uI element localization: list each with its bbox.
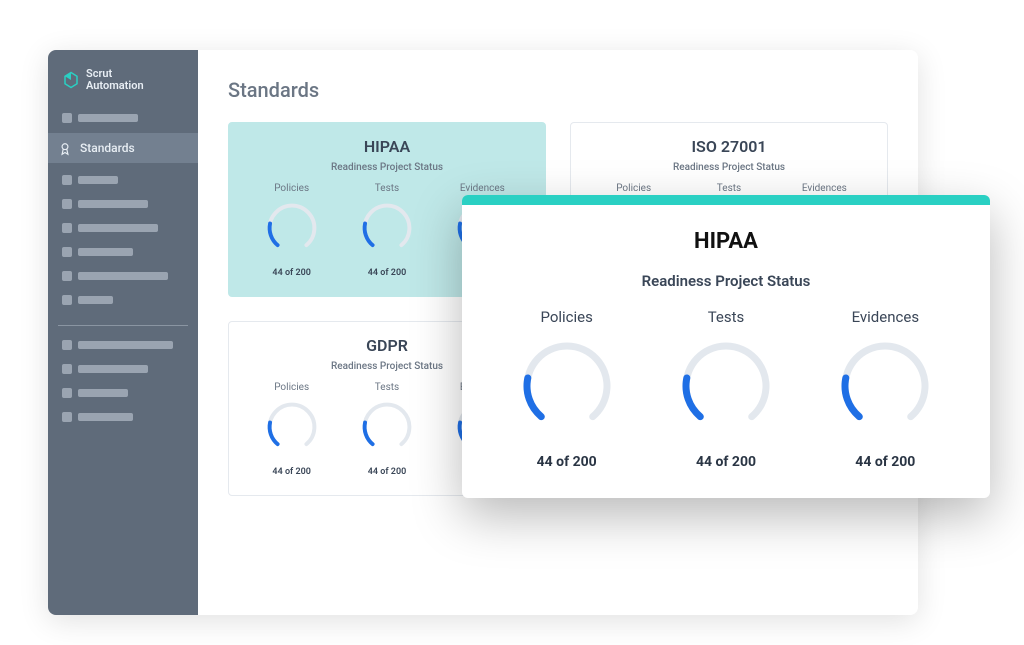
metric-tests: Tests 44 of 200 — [342, 382, 431, 477]
nav-item-placeholder[interactable] — [58, 291, 188, 309]
standard-detail-popup: HIPAA Readiness Project Status Policies … — [462, 195, 990, 498]
card-subtitle: Readiness Project Status — [247, 162, 527, 173]
nav-item-placeholder[interactable] — [58, 219, 188, 237]
popup-metrics: Policies 44 of 200 Tests 44 of 200 Evide… — [492, 308, 960, 470]
metric-label: Evidences — [438, 183, 527, 194]
nav-item-placeholder[interactable] — [58, 408, 188, 426]
gauge-icon — [264, 200, 320, 256]
page-title: Standards — [228, 78, 888, 102]
metric-value: 44 of 200 — [342, 467, 431, 477]
nav-item-placeholder[interactable] — [58, 267, 188, 285]
nav-item-standards[interactable]: Standards — [48, 133, 198, 163]
metric-label: Tests — [342, 183, 431, 194]
metric-label: Tests — [651, 308, 800, 326]
brand: Scrut Automation — [48, 68, 198, 109]
nav-divider — [58, 325, 188, 326]
gauge-icon — [517, 336, 617, 436]
card-subtitle: Readiness Project Status — [589, 162, 869, 173]
metric-label: Tests — [684, 183, 773, 194]
nav-item-placeholder[interactable] — [58, 360, 188, 378]
card-title: HIPAA — [247, 137, 527, 156]
metric-label: Evidences — [811, 308, 960, 326]
nav-list: Standards — [48, 109, 198, 315]
nav-item-placeholder[interactable] — [58, 243, 188, 261]
metric-value: 44 of 200 — [492, 454, 641, 470]
metric-policies: Policies 44 of 200 — [247, 183, 336, 278]
metric-value: 44 of 200 — [247, 467, 336, 477]
gauge-icon — [264, 399, 320, 455]
popup-body: HIPAA Readiness Project Status Policies … — [462, 205, 990, 498]
metric-label: Policies — [492, 308, 641, 326]
metric-tests: Tests 44 of 200 — [651, 308, 800, 470]
metric-value: 44 of 200 — [342, 268, 431, 278]
nav-item-placeholder[interactable] — [58, 384, 188, 402]
metric-value: 44 of 200 — [247, 268, 336, 278]
gauge-icon — [676, 336, 776, 436]
popup-subtitle: Readiness Project Status — [492, 272, 960, 290]
nav-item-label: Standards — [80, 141, 135, 155]
metric-tests: Tests 44 of 200 — [342, 183, 431, 278]
nav-item-placeholder[interactable] — [58, 195, 188, 213]
popup-accent-bar — [462, 195, 990, 205]
metric-label: Policies — [589, 183, 678, 194]
metric-label: Evidences — [780, 183, 869, 194]
metric-policies: Policies 44 of 200 — [247, 382, 336, 477]
nav-list-secondary — [48, 336, 198, 432]
ribbon-icon — [58, 141, 72, 155]
brand-name: Scrut Automation — [86, 68, 144, 91]
gauge-icon — [835, 336, 935, 436]
nav-item-placeholder[interactable] — [58, 171, 188, 189]
sidebar: Scrut Automation Standards — [48, 50, 198, 615]
gauge-icon — [359, 200, 415, 256]
nav-item-placeholder[interactable] — [58, 336, 188, 354]
nav-item-placeholder[interactable] — [58, 109, 188, 127]
popup-title: HIPAA — [492, 229, 960, 254]
brand-logo-icon — [62, 71, 80, 89]
metric-evidences: Evidences 44 of 200 — [811, 308, 960, 470]
metric-label: Policies — [247, 382, 336, 393]
metric-value: 44 of 200 — [651, 454, 800, 470]
metric-label: Policies — [247, 183, 336, 194]
metric-label: Tests — [342, 382, 431, 393]
metric-value: 44 of 200 — [811, 454, 960, 470]
card-title: ISO 27001 — [589, 137, 869, 156]
gauge-icon — [359, 399, 415, 455]
metric-policies: Policies 44 of 200 — [492, 308, 641, 470]
